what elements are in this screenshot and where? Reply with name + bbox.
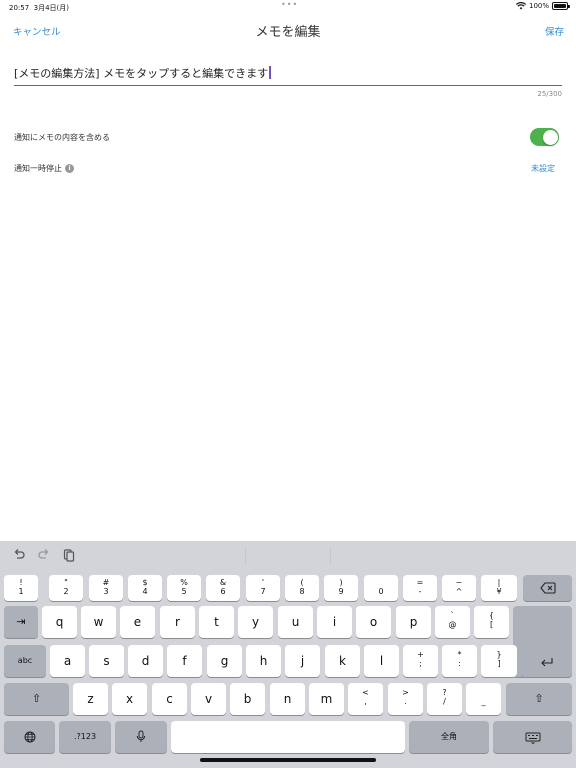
pause-notification-label: 通知一時停止 i (14, 163, 74, 174)
include-memo-label: 通知にメモの内容を含める (14, 133, 110, 142)
multitasking-dots-icon[interactable]: ••• (281, 0, 298, 9)
battery-percent: 100% (528, 2, 549, 10)
key-o[interactable]: o (356, 606, 391, 638)
keyboard-toolbar (0, 541, 576, 571)
key-slash[interactable]: ? / (427, 683, 462, 715)
include-memo-toggle[interactable] (530, 128, 559, 146)
key-c[interactable]: c (152, 683, 187, 715)
key-q[interactable]: q (42, 606, 77, 638)
wifi-icon (515, 2, 526, 10)
key-7[interactable]: ' 7 (246, 575, 280, 601)
info-icon[interactable]: i (65, 164, 74, 173)
key-g[interactable]: g (207, 645, 242, 677)
key-yen[interactable]: | ¥ (481, 575, 517, 601)
status-right: 100% (515, 2, 570, 10)
key-colon[interactable]: *: (442, 645, 477, 677)
key-3[interactable]: #3 (89, 575, 123, 601)
key-underscore[interactable]: _ (466, 683, 501, 715)
key-period[interactable]: >. (388, 683, 423, 715)
key-0[interactable]: 0 (364, 575, 398, 601)
key-comma[interactable]: <, (348, 683, 383, 715)
key-k[interactable]: k (325, 645, 360, 677)
key-z[interactable]: z (73, 683, 108, 715)
key-j[interactable]: j (285, 645, 320, 677)
globe-icon (24, 731, 35, 743)
key-r[interactable]: r (160, 606, 195, 638)
key-f[interactable]: f (167, 645, 202, 677)
memo-text: [メモの編集方法] メモをタップすると編集できます (14, 67, 269, 80)
status-time: 20:57 3月4日(月) (9, 4, 70, 12)
key-bracket-left[interactable]: {[ (474, 606, 509, 638)
key-y[interactable]: y (238, 606, 273, 638)
key-e[interactable]: e (120, 606, 155, 638)
shift-key-right[interactable]: ⇧ (506, 683, 572, 715)
toolbar-divider (245, 547, 246, 565)
key-bracket-right[interactable]: }] (481, 645, 517, 677)
key-l[interactable]: l (364, 645, 399, 677)
tab-icon: ⇥ (16, 615, 26, 628)
key-i[interactable]: i (317, 606, 352, 638)
key-semicolon[interactable]: +; (403, 645, 438, 677)
key-v[interactable]: v (191, 683, 226, 715)
delete-icon (539, 582, 556, 594)
key-caret[interactable]: ~ ^ (442, 575, 476, 601)
clipboard-icon[interactable] (62, 548, 76, 562)
home-indicator[interactable] (200, 758, 376, 762)
key-s[interactable]: s (89, 645, 124, 677)
text-cursor (269, 66, 271, 79)
key-t[interactable]: t (199, 606, 234, 638)
key-2[interactable]: " 2 (49, 575, 83, 601)
key-w[interactable]: w (81, 606, 116, 638)
memo-input[interactable]: [メモの編集方法] メモをタップすると編集できます (14, 60, 562, 86)
key-at[interactable]: ` @ (435, 606, 470, 638)
undo-icon[interactable] (12, 548, 26, 562)
key-9[interactable]: ) 9 (324, 575, 358, 601)
shift-icon: ⇧ (31, 692, 42, 705)
hide-keyboard-key[interactable] (493, 721, 572, 753)
key-6[interactable]: & 6 (206, 575, 240, 601)
dictation-key[interactable] (115, 721, 167, 753)
backspace-key[interactable] (523, 575, 572, 601)
key-m[interactable]: m (309, 683, 344, 715)
space-bar[interactable] (171, 721, 405, 753)
key-5[interactable]: % 5 (167, 575, 201, 601)
save-button[interactable]: 保存 (545, 24, 564, 38)
globe-key[interactable] (4, 721, 55, 753)
key-n[interactable]: n (270, 683, 305, 715)
key-8[interactable]: (8 (285, 575, 319, 601)
character-counter: 25/300 (537, 90, 562, 98)
page-title: メモを編集 (255, 25, 321, 40)
key-1[interactable]: ! 1 (4, 575, 38, 601)
key-minus[interactable]: = - (403, 575, 437, 601)
keyboard-dismiss-icon (525, 732, 540, 745)
toolbar-divider (330, 547, 331, 565)
key-p[interactable]: p (396, 606, 431, 638)
return-icon (540, 658, 553, 667)
pause-notification-value[interactable]: 未設定 (531, 163, 555, 174)
battery-icon (552, 2, 570, 10)
status-bar: 20:57 3月4日(月) ••• 100% (0, 0, 576, 14)
shift-icon: ⇧ (534, 692, 544, 705)
key-h[interactable]: h (246, 645, 281, 677)
key-x[interactable]: x (112, 683, 147, 715)
toggle-knob (542, 129, 558, 145)
return-key[interactable] (521, 638, 572, 677)
key-d[interactable]: d (128, 645, 163, 677)
key-b[interactable]: b (230, 683, 265, 715)
navigation-bar: キャンセル メモを編集 保存 (0, 14, 576, 46)
tab-key[interactable]: ⇥ (4, 606, 38, 638)
software-keyboard: ! 1 " 2 #3 $4 % 5 & 6 ' 7 (8 ) 9 0 = - ~ ^ | ¥ ⇥ … (0, 541, 576, 768)
key-a[interactable]: a (50, 645, 85, 677)
fullwidth-key[interactable]: 全角 (409, 721, 489, 753)
numbers-key[interactable]: .?123 (59, 721, 111, 753)
shift-key-left[interactable]: ⇧ (4, 683, 69, 715)
key-u[interactable]: u (278, 606, 313, 638)
microphone-icon (136, 730, 146, 742)
redo-icon[interactable] (37, 548, 51, 562)
key-4[interactable]: $4 (128, 575, 162, 601)
abc-key[interactable]: abc (4, 645, 46, 677)
